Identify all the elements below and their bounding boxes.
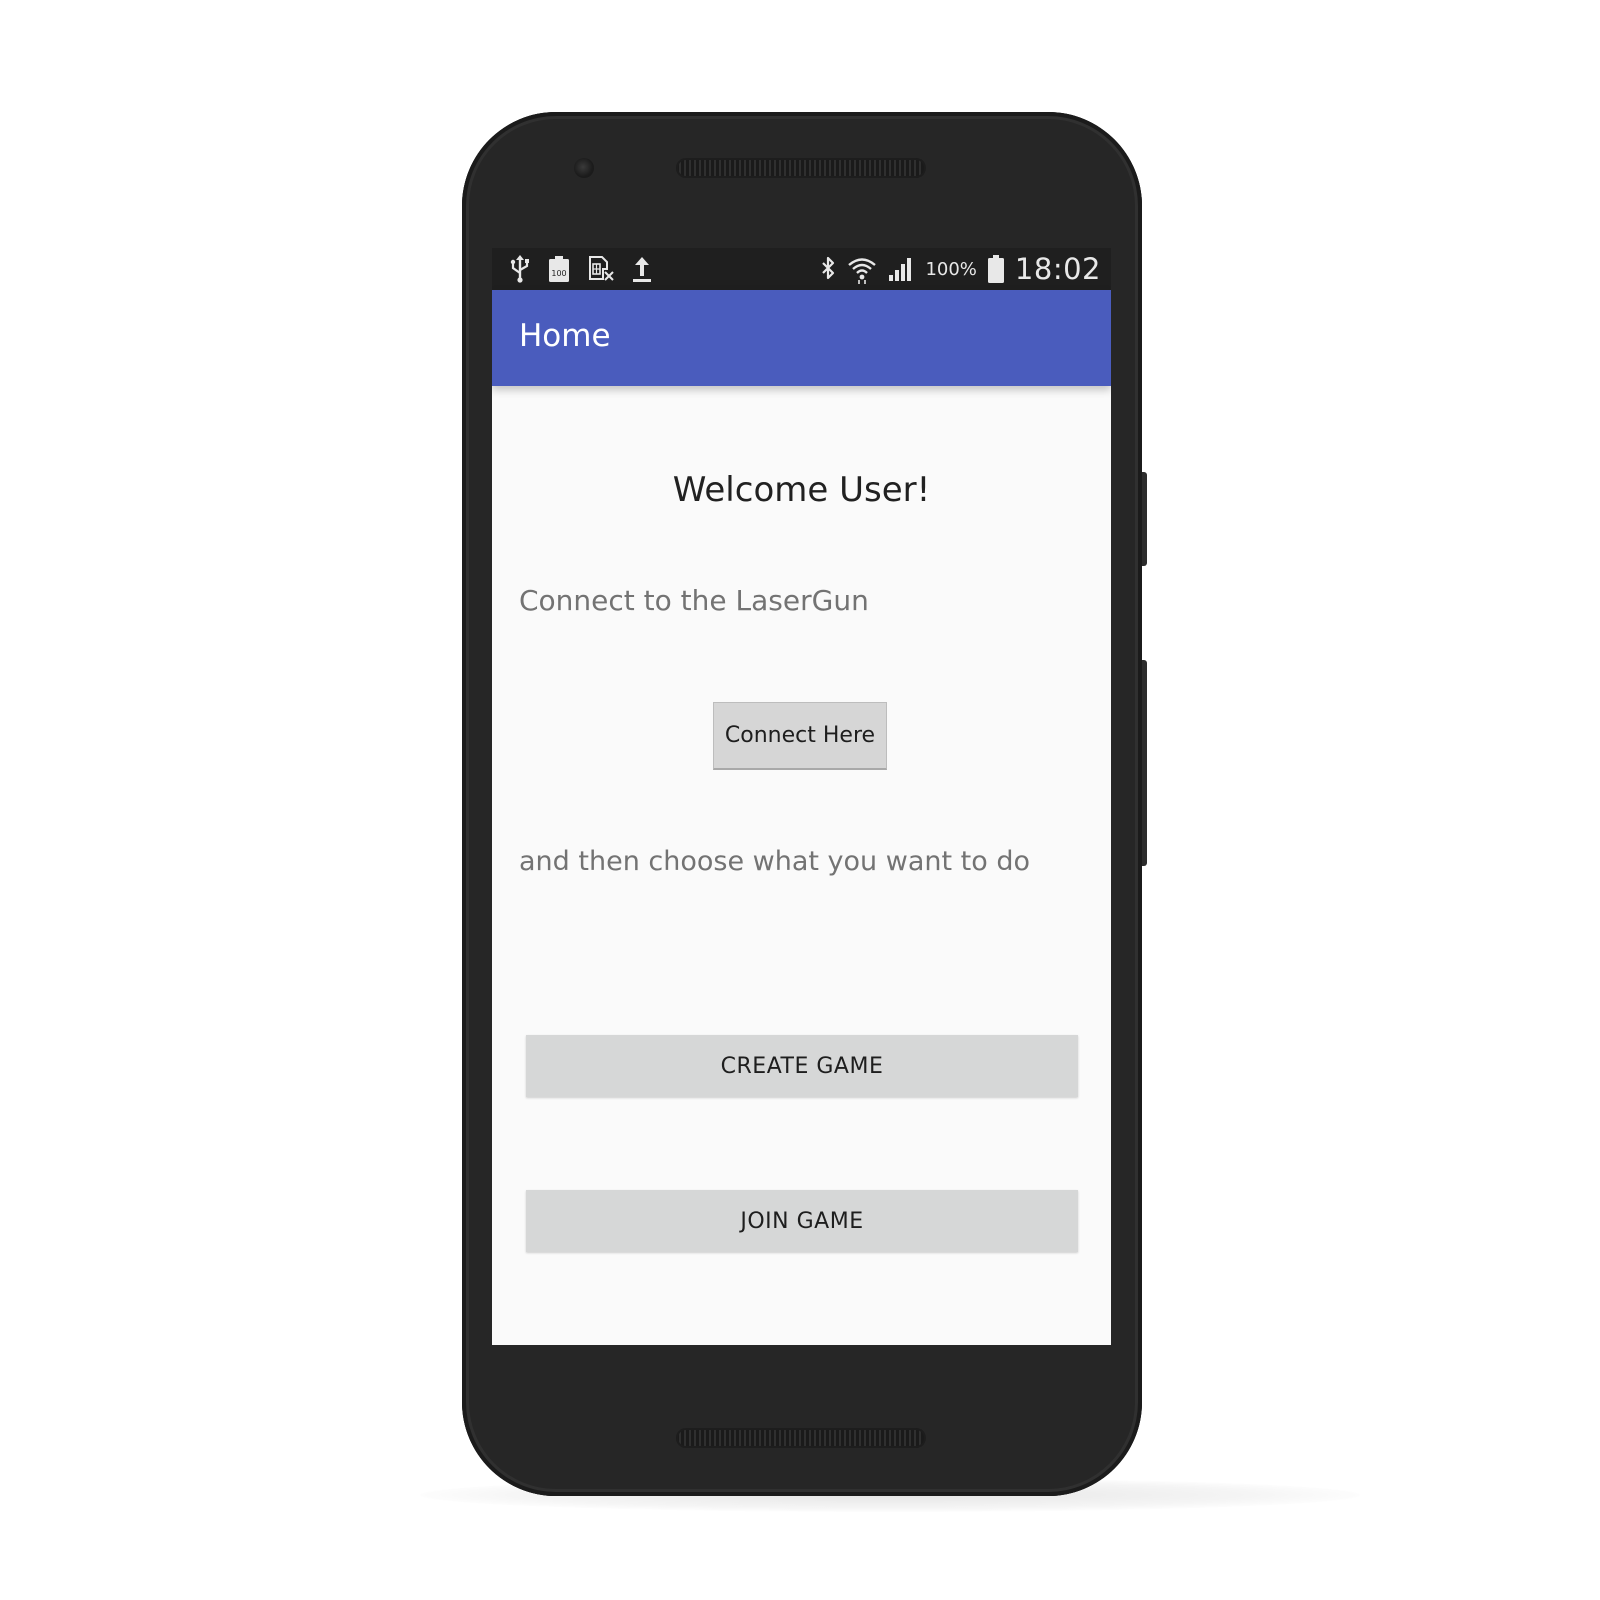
connect-button[interactable]: Connect Here: [713, 702, 887, 770]
battery-100-label: 100: [551, 269, 566, 278]
page-title: Home: [519, 318, 611, 354]
system-icons: 100% 18:02: [819, 252, 1101, 286]
battery-100-icon: 100: [548, 255, 570, 283]
create-game-button[interactable]: CREATE GAME: [526, 1035, 1078, 1097]
earpiece-speaker: [676, 158, 926, 178]
join-game-button[interactable]: JOIN GAME: [526, 1190, 1078, 1252]
notification-icons: 100: [510, 254, 652, 284]
bottom-speaker: [676, 1428, 926, 1448]
clock: 18:02: [1014, 252, 1101, 286]
bluetooth-icon: [819, 255, 837, 283]
app-bar: Home: [492, 290, 1111, 386]
battery-percent: 100%: [925, 258, 977, 280]
wifi-icon: [847, 254, 877, 284]
front-camera: [574, 158, 594, 178]
usb-icon: [510, 255, 530, 283]
welcome-heading: Welcome User!: [672, 470, 931, 510]
battery-icon: [987, 254, 1005, 284]
app-screen: 100 100% 18:02 Home Welcome User! Connec…: [492, 248, 1111, 1345]
choose-prompt: and then choose what you want to do: [519, 846, 1030, 877]
connect-prompt: Connect to the LaserGun: [519, 584, 869, 617]
device-mockup: 100 100% 18:02 Home Welcome User! Connec…: [0, 0, 1600, 1600]
status-bar: 100 100% 18:02: [492, 248, 1111, 290]
cell-signal-icon: [887, 255, 915, 283]
no-sim-icon: [588, 255, 614, 283]
upload-icon: [632, 255, 652, 283]
